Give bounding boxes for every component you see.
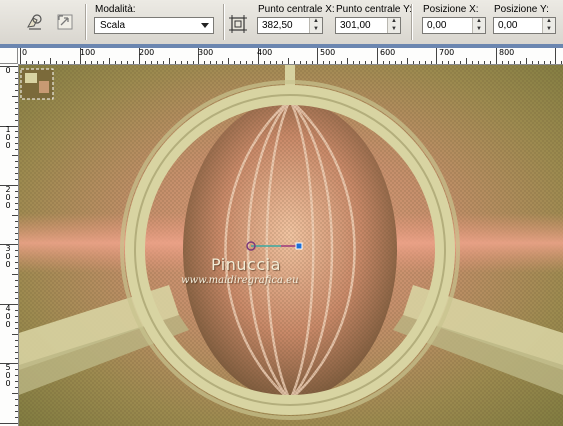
tool-options-toolbar: Modalità: Scala Punto centrale X: 382,50…: [0, 0, 563, 45]
horizontal-ruler-ticks: [20, 48, 562, 64]
ruler-label: 200: [139, 48, 155, 57]
pos-y-stepper[interactable]: ▲ ▼: [542, 18, 555, 33]
pos-y-field[interactable]: 0,00 ▲ ▼: [493, 17, 556, 34]
ruler-label: 200: [5, 185, 11, 210]
watermark-name: Pinuccia: [211, 255, 281, 274]
ruler-label: 500: [320, 48, 336, 57]
center-x-field[interactable]: 382,50 ▲ ▼: [257, 17, 323, 34]
mode-label: Modalità:: [95, 4, 136, 15]
ruler-label: 100: [5, 125, 11, 150]
center-on-canvas-icon[interactable]: [228, 14, 248, 34]
pos-y-label: Posizione Y:: [494, 4, 549, 15]
ruler-label: 500: [5, 363, 11, 388]
ruler-label: 0: [22, 48, 28, 57]
pick-tool-preset-icon[interactable]: [23, 10, 47, 34]
image-canvas[interactable]: Pinuccia www.maidiregrafica.eu: [19, 65, 563, 426]
mode-select[interactable]: Scala: [94, 17, 214, 34]
ruler-label: 300: [5, 244, 11, 269]
chevron-down-icon[interactable]: [197, 18, 213, 33]
pos-x-stepper[interactable]: ▲ ▼: [472, 18, 485, 33]
center-x-label: Punto centrale X:: [258, 4, 335, 15]
ruler-label: 800: [499, 48, 515, 57]
pos-x-value: 0,00: [427, 20, 447, 31]
reset-icon[interactable]: [53, 10, 77, 34]
ruler-label: 600: [380, 48, 396, 57]
pos-x-label: Posizione X:: [423, 4, 479, 15]
ruler-label: 400: [5, 304, 11, 329]
center-x-value: 382,50: [262, 20, 293, 31]
center-x-stepper[interactable]: ▲ ▼: [309, 18, 322, 33]
center-y-field[interactable]: 301,00 ▲ ▼: [335, 17, 401, 34]
horizontal-ruler[interactable]: 0 100 200 300 400 500 600 700 800: [18, 48, 563, 65]
canvas-artwork: [19, 65, 563, 426]
vertical-ruler[interactable]: 0 100 200 300 400 500: [0, 64, 19, 426]
ruler-label: 700: [439, 48, 455, 57]
center-y-stepper[interactable]: ▲ ▼: [387, 18, 400, 33]
mode-select-value: Scala: [100, 20, 126, 31]
ruler-corner: [0, 48, 18, 64]
ruler-label: 400: [257, 48, 273, 57]
ruler-label: 300: [198, 48, 214, 57]
center-y-value: 301,00: [340, 20, 371, 31]
ruler-label: 100: [80, 48, 96, 57]
pos-x-field[interactable]: 0,00 ▲ ▼: [422, 17, 486, 34]
pos-y-value: 0,00: [498, 20, 518, 31]
ruler-label: 0: [5, 66, 11, 75]
center-y-label: Punto centrale Y:: [336, 4, 412, 15]
watermark-url: www.maidiregrafica.eu: [181, 275, 299, 286]
